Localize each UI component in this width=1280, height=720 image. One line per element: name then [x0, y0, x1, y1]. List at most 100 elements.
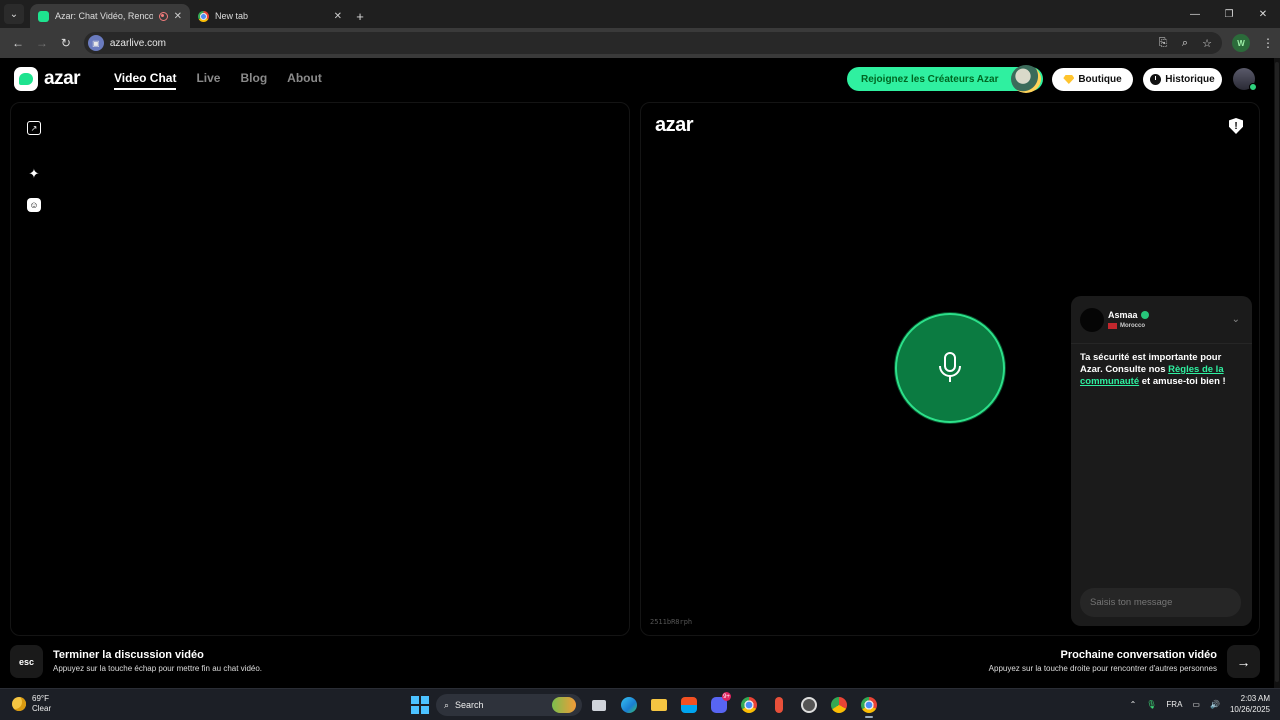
forward-button[interactable]: → [30, 31, 54, 55]
chat-panel: Asmaa Morocco ⌄ Ta sécurité est importan… [1071, 296, 1252, 626]
taskbar-apps: ⌕ Search 9+ [408, 692, 882, 718]
join-creators-button[interactable]: Rejoignez les Créateurs Azar [847, 65, 1043, 93]
search-label: Search [455, 700, 484, 710]
browser-menu-icon[interactable]: ⋮ [1262, 36, 1274, 50]
temperature: 69°F [32, 694, 49, 703]
system-tray: ⌃ 🎙 FRA ▭ 🔊 2:03 AM 10/26/2025 [1130, 693, 1270, 715]
tab-title: New tab [215, 11, 249, 21]
creators-illustration-icon [1011, 65, 1041, 93]
history-clock-icon [1150, 74, 1162, 85]
morocco-flag-icon [1108, 323, 1117, 329]
nav-live[interactable]: Live [196, 71, 220, 90]
next-chat-button[interactable]: → [1227, 645, 1260, 678]
taskbar-clock[interactable]: 2:03 AM 10/26/2025 [1230, 693, 1270, 715]
chat-message-input[interactable] [1080, 588, 1241, 617]
end-chat-title: Terminer la discussion vidéo [53, 649, 204, 661]
recording-icon [158, 11, 168, 21]
end-chat-hint: Appuyez sur la touche échap pour mettre … [53, 664, 263, 673]
task-view-icon[interactable] [586, 692, 612, 718]
chrome-profile-icon[interactable] [826, 692, 852, 718]
edge-icon[interactable] [616, 692, 642, 718]
tab-new-tab[interactable]: New tab ✕ [190, 4, 350, 28]
next-chat-title: Prochaine conversation vidéo [1060, 649, 1218, 661]
back-button[interactable]: ← [6, 31, 30, 55]
mask-face-icon[interactable]: ☺ [27, 198, 41, 212]
nav-blog[interactable]: Blog [240, 71, 267, 90]
language-indicator[interactable]: FRA [1166, 700, 1182, 709]
voice-recorder-icon[interactable] [766, 692, 792, 718]
boutique-button[interactable]: Boutique [1052, 68, 1133, 91]
partner-name: Asmaa [1108, 310, 1138, 320]
search-icon: ⌕ [444, 699, 450, 710]
historique-label: Historique [1165, 74, 1215, 85]
weather-widget[interactable]: 69°F Clear [12, 694, 51, 714]
session-id: 2511bR8rph [650, 618, 693, 626]
volume-icon[interactable]: 🔊 [1210, 700, 1220, 709]
file-explorer-icon[interactable] [646, 692, 672, 718]
chrome-favicon-icon [198, 10, 209, 22]
new-tab-button[interactable]: + [350, 4, 370, 28]
gem-icon [1063, 75, 1075, 84]
system-message: Ta sécurité est importante pour Azar. Co… [1071, 344, 1252, 396]
zoom-icon[interactable]: ⌕ [1174, 37, 1196, 50]
start-button[interactable] [408, 693, 432, 717]
tab-search-button[interactable]: ⌄ [4, 4, 24, 24]
user-avatar[interactable] [1233, 68, 1257, 91]
taskbar-search[interactable]: ⌕ Search [436, 694, 582, 716]
verified-badge-icon [1140, 311, 1149, 319]
site-info-icon[interactable]: ▣ [87, 35, 104, 51]
search-highlight-icon [552, 697, 576, 713]
install-app-icon[interactable]: ⎘ [1152, 37, 1174, 50]
historique-button[interactable]: Historique [1143, 68, 1222, 91]
chrome-active-icon[interactable] [856, 692, 882, 718]
azar-logo-mark-icon [14, 67, 38, 91]
profile-avatar[interactable]: W [1232, 34, 1250, 52]
microphone-indicator [895, 313, 1005, 423]
tab-title: Azar: Chat Vidéo, Rencontre [55, 11, 153, 21]
bottom-action-bar: esc Terminer la discussion vidéo Appuyez… [0, 640, 1280, 688]
tray-chevron-icon[interactable]: ⌃ [1130, 700, 1137, 709]
os-taskbar: 69°F Clear ⌕ Search 9+ ⌃ 🎙 FRA ▭ 🔊 2:03 … [0, 688, 1280, 720]
discord-badge: 9+ [722, 692, 731, 701]
partner-country: Morocco [1120, 323, 1146, 329]
local-video-panel: ✦ ☺ [10, 102, 630, 636]
collapse-chevron-icon[interactable]: ⌄ [1232, 314, 1240, 325]
store-icon[interactable] [676, 692, 702, 718]
tab-azar[interactable]: Azar: Chat Vidéo, Rencontre ✕ [30, 4, 190, 28]
moon-icon [12, 697, 26, 711]
date: 10/26/2025 [1229, 705, 1270, 714]
chrome-icon[interactable] [736, 692, 762, 718]
end-chat-button[interactable]: esc [10, 645, 43, 678]
page-scrollbar[interactable] [1274, 58, 1280, 688]
report-shield-icon[interactable]: ! [1229, 118, 1243, 134]
time: 2:03 AM [1240, 694, 1270, 703]
site-header: azar Video Chat Live Blog About Rejoigne… [0, 58, 1280, 102]
remote-video-panel: azar ! 2511bR8rph Asmaa Morocco ⌄ Ta séc… [640, 102, 1260, 636]
restore-icon[interactable]: ❐ [1212, 0, 1246, 28]
microphone-icon [939, 352, 961, 382]
network-icon[interactable]: ▭ [1192, 700, 1200, 709]
close-window-icon[interactable]: ✕ [1246, 0, 1280, 28]
online-status-icon [1249, 83, 1257, 91]
discord-icon[interactable]: 9+ [706, 692, 732, 718]
app-icon[interactable] [796, 692, 822, 718]
logo-wordmark: azar [44, 68, 81, 89]
url-field[interactable]: ▣ azarlive.com ⎘ ⌕ ☆ [83, 32, 1222, 54]
reload-button[interactable]: ↻ [54, 31, 78, 55]
effects-sparkle-icon[interactable]: ✦ [27, 166, 41, 181]
url-text: azarlive.com [109, 37, 166, 49]
azar-logo[interactable]: azar [14, 67, 81, 91]
close-tab-icon[interactable]: ✕ [174, 11, 182, 22]
bookmark-star-icon[interactable]: ☆ [1196, 37, 1218, 50]
address-bar-row: ← → ↻ ▣ azarlive.com ⎘ ⌕ ☆ W ⋮ [0, 28, 1280, 58]
minimize-icon[interactable]: — [1178, 0, 1212, 28]
close-tab-icon[interactable]: ✕ [334, 11, 342, 22]
mic-tray-icon[interactable]: 🎙 [1146, 700, 1156, 709]
expand-icon[interactable] [27, 121, 41, 135]
window-controls: — ❐ ✕ [1178, 0, 1280, 28]
nav-video-chat[interactable]: Video Chat [114, 71, 177, 90]
nav-about[interactable]: About [287, 71, 322, 90]
chat-header[interactable]: Asmaa Morocco ⌄ [1071, 296, 1252, 344]
partner-avatar [1080, 307, 1104, 332]
remote-azar-logo: azar [655, 114, 694, 136]
